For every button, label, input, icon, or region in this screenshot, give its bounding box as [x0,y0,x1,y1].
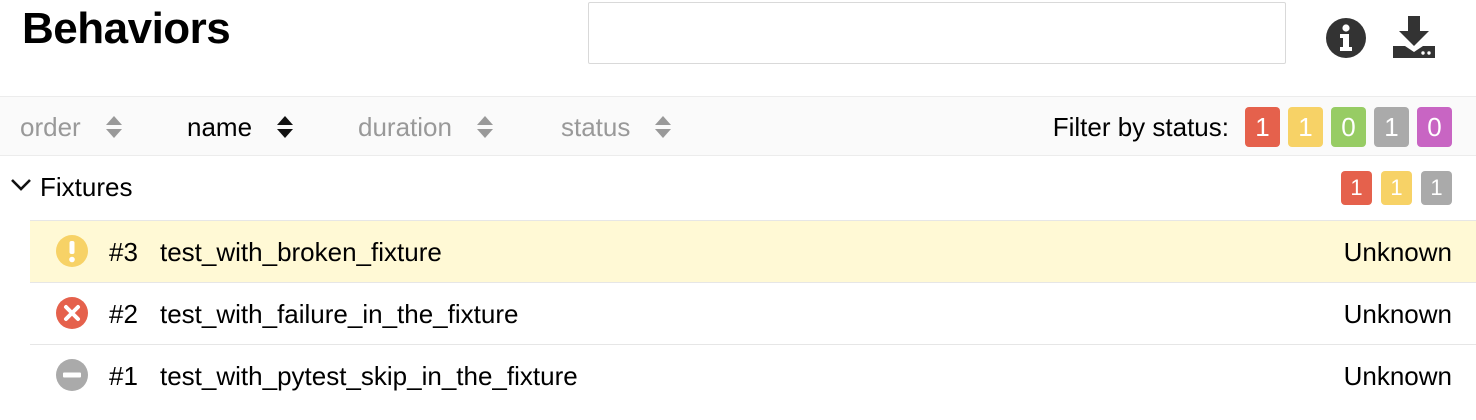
test-row[interactable]: #2 test_with_failure_in_the_fixture Unkn… [30,282,1476,344]
info-circle-icon [1326,18,1366,58]
sort-by-duration[interactable]: duration [358,97,494,157]
failed-icon [56,297,88,329]
sorter-label: name [187,111,253,142]
info-button[interactable] [1322,14,1370,62]
test-row[interactable]: #3 test_with_broken_fixture Unknown [30,220,1476,282]
filter-unknown-badge[interactable]: 0 [1417,107,1452,147]
sorter-label: order [20,111,81,142]
download-button[interactable] [1390,14,1438,62]
sorter-label: duration [358,111,452,142]
test-order: #2 [109,299,138,329]
download-icon [1393,16,1435,58]
search-input[interactable] [588,2,1286,64]
group-skipped-badge: 1 [1421,171,1452,205]
group-failed-badge: 1 [1341,171,1372,205]
filter-passed-badge[interactable]: 0 [1331,107,1366,147]
group-broken-badge: 1 [1381,171,1412,205]
group-row-fixtures[interactable]: Fixtures 1 1 1 [0,156,1476,220]
sort-by-status[interactable]: status [561,97,672,157]
broken-icon [56,235,88,267]
test-name: test_with_pytest_skip_in_the_fixture [160,361,578,391]
test-status: Unknown [1343,299,1452,329]
skipped-icon [56,359,88,391]
sort-by-name[interactable]: name [187,97,294,157]
sort-arrows-icon [654,115,672,139]
sort-arrows-icon [276,115,294,139]
page-title: Behaviors [22,4,231,53]
test-row[interactable]: #1 test_with_pytest_skip_in_the_fixture … [30,344,1476,406]
group-name: Fixtures [40,172,133,202]
test-order: #3 [109,237,138,267]
test-status: Unknown [1343,361,1452,391]
sort-by-order[interactable]: order [20,97,123,157]
filter-label: Filter by status: [1052,111,1229,142]
test-status: Unknown [1343,237,1452,267]
status-filter: Filter by status: 1 1 0 1 0 [1053,97,1452,157]
filter-failed-badge[interactable]: 1 [1245,107,1280,147]
sort-arrows-icon [105,115,123,139]
group-status-badges: 1 1 1 [1332,171,1452,205]
test-name: test_with_failure_in_the_fixture [160,299,519,329]
test-order: #1 [109,361,138,391]
test-name: test_with_broken_fixture [160,237,442,267]
sorter-label: status [561,111,631,142]
sort-toolbar: order name duration status Filter by sta… [0,96,1476,156]
filter-skipped-badge[interactable]: 1 [1374,107,1409,147]
sort-arrows-icon [476,115,494,139]
filter-broken-badge[interactable]: 1 [1288,107,1323,147]
chevron-down-icon [11,179,31,191]
